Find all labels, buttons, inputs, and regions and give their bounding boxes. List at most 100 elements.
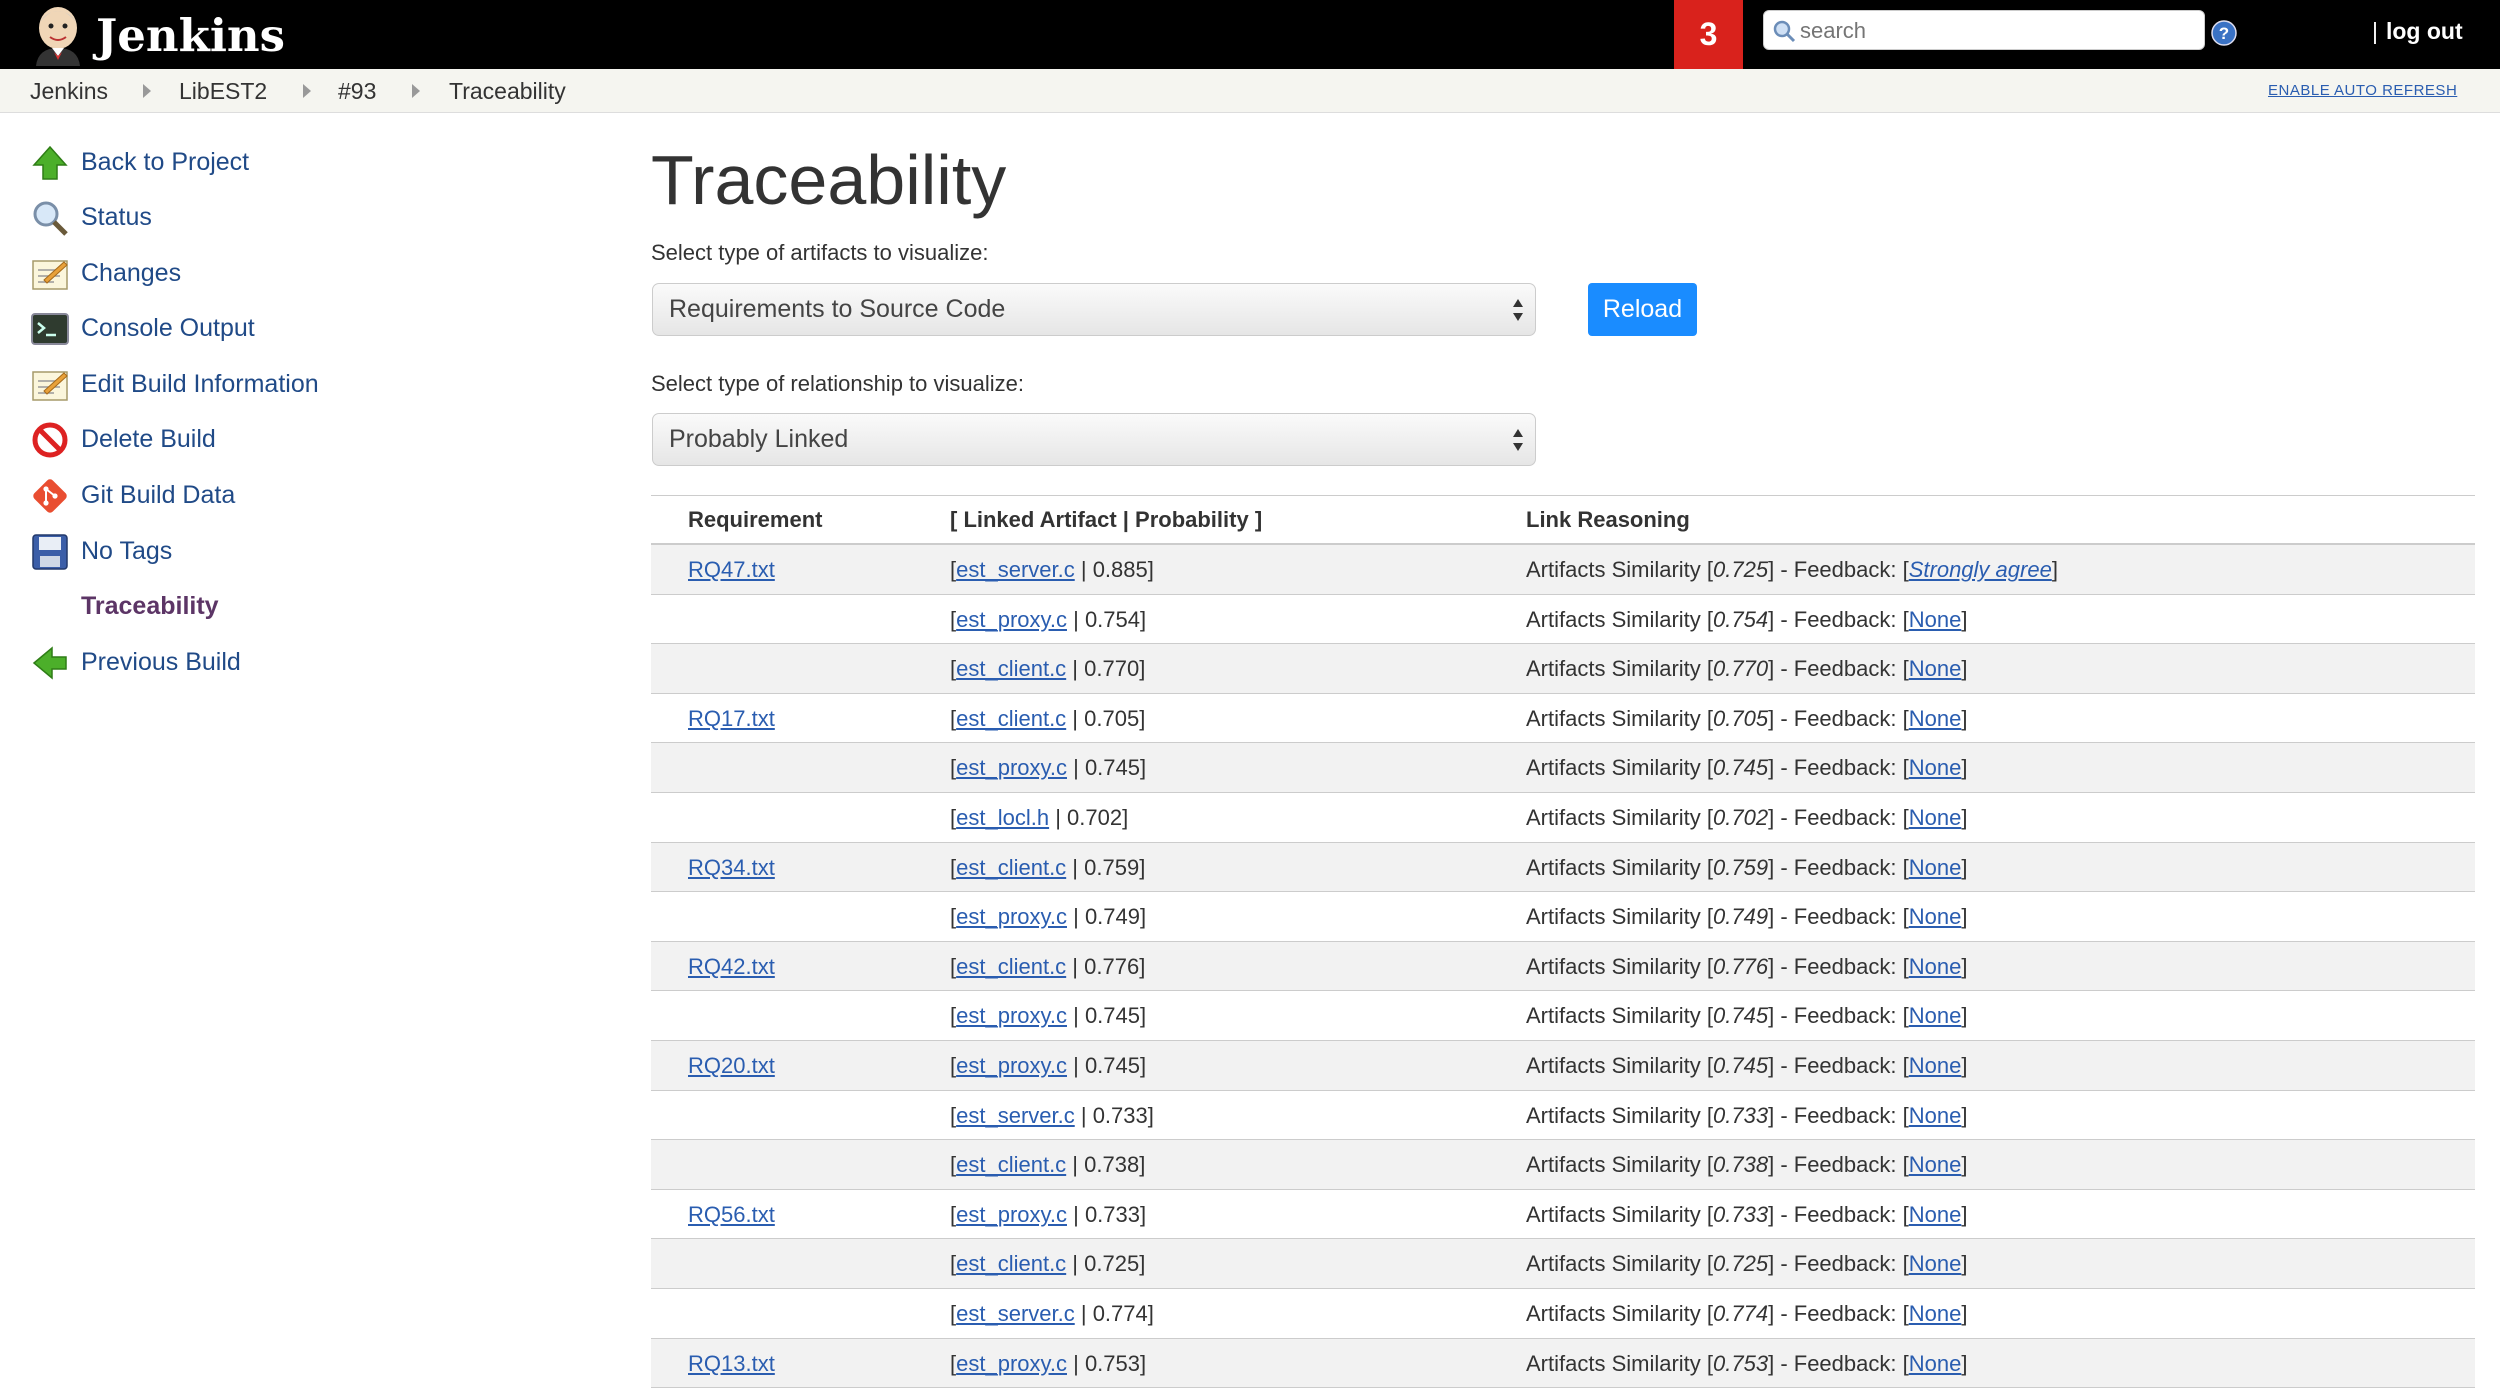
similarity-value: 0.776 xyxy=(1713,953,1769,979)
artifact-link[interactable]: est_locl.h xyxy=(956,805,1049,830)
reason-mid: ] - Feedback: [ xyxy=(1768,557,1909,582)
artifact-type-select[interactable]: Requirements to Source Code xyxy=(652,283,1536,336)
feedback-link[interactable]: None xyxy=(1909,1053,1962,1078)
sidebar-item-previous-build[interactable]: Previous Build xyxy=(30,641,530,685)
requirement-link[interactable]: RQ47.txt xyxy=(688,557,775,583)
breadcrumb-project[interactable]: LibEST2 xyxy=(179,78,267,105)
logo-text: Jenkins xyxy=(96,9,285,62)
feedback-link[interactable]: None xyxy=(1909,1103,1962,1128)
search-input[interactable] xyxy=(1798,15,2202,47)
requirement-link[interactable]: RQ20.txt xyxy=(688,1053,775,1079)
link-reasoning-cell: Artifacts Similarity [0.749] - Feedback:… xyxy=(1526,904,1967,930)
sidebar-item-delete-build[interactable]: Delete Build xyxy=(30,418,530,462)
linked-artifact-cell: [est_proxy.c | 0.745] xyxy=(950,1003,1147,1029)
sidebar-item-back-to-project[interactable]: Back to Project xyxy=(30,141,530,185)
sidebar-item-edit-build-information[interactable]: Edit Build Information xyxy=(30,363,530,407)
reason-mid: ] - Feedback: [ xyxy=(1768,755,1909,781)
feedback-link[interactable]: None xyxy=(1909,1152,1962,1177)
reason-mid: ] - Feedback: [ xyxy=(1768,1102,1909,1128)
probability-value: 0.770 xyxy=(1084,656,1140,682)
artifact-link[interactable]: est_client.c xyxy=(956,954,1066,979)
requirement-link[interactable]: RQ42.txt xyxy=(688,954,775,980)
relationship-type-value: Probably Linked xyxy=(669,425,849,453)
breadcrumb-chevron-icon xyxy=(303,84,311,98)
feedback-link[interactable]: None xyxy=(1909,755,1962,780)
feedback-link[interactable]: None xyxy=(1909,1301,1962,1326)
similarity-value: 0.733 xyxy=(1713,1102,1769,1128)
requirement-link[interactable]: RQ13.txt xyxy=(688,1351,775,1377)
artifact-link[interactable]: est_client.c xyxy=(956,706,1066,731)
artifact-link[interactable]: est_server.c xyxy=(956,1301,1075,1326)
sidebar-item-label: Previous Build xyxy=(81,648,241,676)
reload-button[interactable]: Reload xyxy=(1588,283,1697,336)
enable-auto-refresh-link[interactable]: ENABLE AUTO REFRESH xyxy=(2268,82,2457,99)
reason-mid: ] - Feedback: [ xyxy=(1768,1300,1909,1326)
feedback-link[interactable]: None xyxy=(1909,954,1962,979)
requirement-link[interactable]: RQ17.txt xyxy=(688,706,775,732)
sidebar-item-git-build-data[interactable]: Git Build Data xyxy=(30,474,530,518)
artifact-link[interactable]: est_client.c xyxy=(956,656,1066,681)
sidebar-item-label: Console Output xyxy=(81,314,255,342)
reason-mid: ] - Feedback: [ xyxy=(1768,1052,1909,1078)
requirement-link[interactable]: RQ34.txt xyxy=(688,855,775,881)
reason-mid: ] - Feedback: [ xyxy=(1768,1350,1909,1376)
artifact-link[interactable]: est_client.c xyxy=(956,855,1066,880)
artifact-link[interactable]: est_proxy.c xyxy=(956,1053,1067,1078)
feedback-link[interactable]: None xyxy=(1909,1251,1962,1276)
artifact-link[interactable]: est_proxy.c xyxy=(956,607,1067,632)
artifact-link[interactable]: est_proxy.c xyxy=(956,755,1067,780)
sidebar-item-status[interactable]: Status xyxy=(30,196,530,240)
traceability-table: Requirement [ Linked Artifact | Probabil… xyxy=(651,495,2475,1389)
feedback-link[interactable]: None xyxy=(1909,855,1962,880)
artifact-link[interactable]: est_proxy.c xyxy=(956,1003,1067,1028)
logout-label[interactable]: log out xyxy=(2386,18,2463,44)
table-row: RQ47.txt [est_server.c | 0.885] Artifacts … xyxy=(651,545,2475,595)
similarity-value: 0.705 xyxy=(1713,705,1769,731)
linked-artifact-cell: [est_client.c | 0.725] xyxy=(950,1251,1146,1277)
feedback-link[interactable]: None xyxy=(1909,1202,1962,1227)
sidebar-item-changes[interactable]: Changes xyxy=(30,252,530,296)
artifact-link[interactable]: est_server.c xyxy=(956,1103,1075,1128)
breadcrumb-traceability[interactable]: Traceability xyxy=(449,78,566,105)
help-icon[interactable]: ? xyxy=(2211,20,2237,46)
link-reasoning-cell: Artifacts Similarity [0.738] - Feedback:… xyxy=(1526,1152,1967,1178)
table-row: [est_server.c | 0.733] Artifacts Similari… xyxy=(651,1091,2475,1141)
notification-badge[interactable]: 3 xyxy=(1674,0,1743,69)
feedback-link[interactable]: None xyxy=(1909,805,1962,830)
probability-value: 0.702 xyxy=(1067,804,1123,830)
logout-link[interactable]: | log out xyxy=(2372,18,2463,45)
feedback-link[interactable]: None xyxy=(1909,1351,1962,1376)
feedback-link[interactable]: Strongly agree xyxy=(1909,557,2052,582)
sidebar-item-console-output[interactable]: Console Output xyxy=(30,307,530,351)
artifact-link[interactable]: est_client.c xyxy=(956,1251,1066,1276)
table-row: RQ17.txt [est_client.c | 0.705] Artifacts … xyxy=(651,694,2475,744)
artifact-link[interactable]: est_proxy.c xyxy=(956,1351,1067,1376)
reason-suffix: ] xyxy=(1961,1003,1968,1029)
artifact-link[interactable]: est_proxy.c xyxy=(956,1202,1067,1227)
relationship-type-select[interactable]: Probably Linked xyxy=(652,413,1536,466)
feedback-link[interactable]: None xyxy=(1909,706,1962,731)
reason-suffix: ] xyxy=(1961,953,1968,979)
breadcrumb-build[interactable]: #93 xyxy=(338,78,376,105)
jenkins-logo[interactable]: Jenkins xyxy=(30,4,285,66)
probability-value: 0.774 xyxy=(1092,1300,1148,1326)
similarity-value: 0.725 xyxy=(1713,1251,1769,1277)
feedback-link[interactable]: None xyxy=(1909,656,1962,681)
requirement-link[interactable]: RQ56.txt xyxy=(688,1202,775,1228)
reason-suffix: ] xyxy=(1961,1300,1968,1326)
probability-value: 0.705 xyxy=(1084,705,1140,731)
artifact-link[interactable]: est_client.c xyxy=(956,1152,1066,1177)
breadcrumb-jenkins[interactable]: Jenkins xyxy=(30,78,108,105)
table-row: RQ20.txt [est_proxy.c | 0.745] Artifacts S… xyxy=(651,1040,2475,1091)
feedback-link[interactable]: None xyxy=(1909,1003,1962,1028)
search-box[interactable] xyxy=(1763,10,2205,50)
sidebar-item-traceability[interactable]: Traceability xyxy=(30,585,530,629)
reason-suffix: ] xyxy=(1961,705,1968,731)
feedback-link[interactable]: None xyxy=(1909,904,1962,929)
artifact-link[interactable]: est_proxy.c xyxy=(956,904,1067,929)
reason-prefix: Artifacts Similarity [ xyxy=(1526,854,1714,880)
artifact-link[interactable]: est_server.c xyxy=(956,557,1075,582)
reason-suffix: ] xyxy=(1961,606,1968,632)
feedback-link[interactable]: None xyxy=(1909,607,1962,632)
sidebar-item-no-tags[interactable]: No Tags xyxy=(30,530,530,574)
